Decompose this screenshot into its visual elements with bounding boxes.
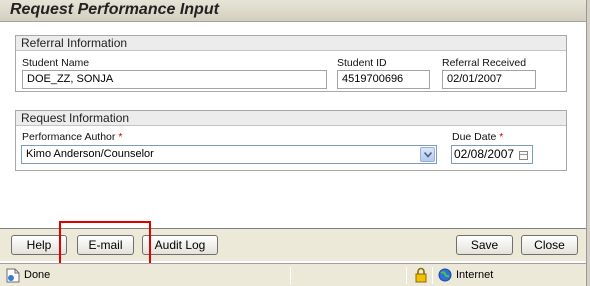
dropdown-button[interactable] [420,147,435,162]
status-text: Done [24,269,51,281]
email-button[interactable]: E-mail [77,235,134,255]
request-section-heading: Request Information [16,111,566,126]
page-title: Request Performance Input [10,1,219,18]
due-date-label: Due Date * [452,131,504,143]
status-divider [406,267,407,284]
chevron-down-icon [424,152,432,158]
button-bar: Help E-mail Audit Log Save Close [0,228,586,261]
referral-received-label: Referral Received [442,57,527,69]
student-name-label: Student Name [22,57,90,69]
save-button[interactable]: Save [456,235,513,255]
referral-section: Referral Information Student Name DOE_ZZ… [15,35,567,92]
student-id-label: Student ID [337,57,387,69]
calendar-icon[interactable] [519,151,528,160]
performance-author-select[interactable]: Kimo Anderson/Counselor [21,145,437,164]
due-date-value: 02/08/2007 [454,147,515,161]
required-marker: * [118,131,123,143]
audit-log-button[interactable]: Audit Log [142,235,218,255]
referral-received-field[interactable]: 02/01/2007 [442,70,536,89]
status-divider [290,267,291,284]
required-marker: * [499,131,504,143]
status-bar: Done Internet [0,263,586,286]
referral-section-heading: Referral Information [16,36,566,51]
student-id-field[interactable]: 4519700696 [337,70,430,89]
help-button[interactable]: Help [11,235,67,255]
student-name-field[interactable]: DOE_ZZ, SONJA [22,70,327,89]
internet-globe-icon [438,268,452,282]
due-date-field[interactable]: 02/08/2007 [451,145,533,164]
lock-icon [415,267,427,283]
status-divider [432,267,433,284]
zone-text: Internet [456,269,494,281]
performance-author-value: Kimo Anderson/Counselor [26,148,154,160]
window-edge [586,0,590,286]
request-section: Request Information Performance Author *… [15,110,567,171]
performance-author-label: Performance Author * [22,131,123,143]
title-bar: Request Performance Input [0,0,586,22]
close-button[interactable]: Close [521,235,578,255]
page-icon [6,268,20,283]
form-content: Referral Information Student Name DOE_ZZ… [0,23,586,228]
